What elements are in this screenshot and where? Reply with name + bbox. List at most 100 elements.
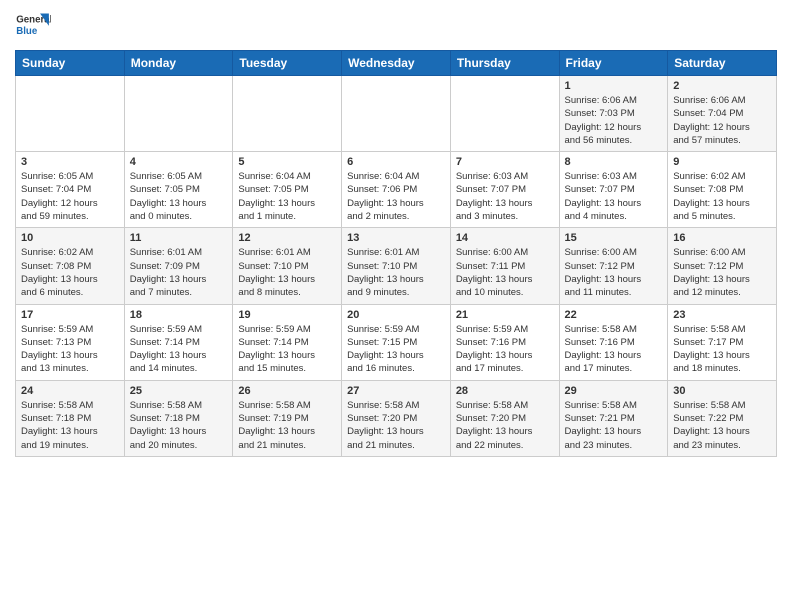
day-info: Sunrise: 5:58 AMSunset: 7:22 PMDaylight:… xyxy=(673,399,771,452)
day-number: 21 xyxy=(456,309,554,321)
calendar-cell: 27 Sunrise: 5:58 AMSunset: 7:20 PMDayligh… xyxy=(342,380,451,456)
day-info: Sunrise: 6:02 AMSunset: 7:08 PMDaylight:… xyxy=(673,170,771,223)
calendar-cell: 17 Sunrise: 5:59 AMSunset: 7:13 PMDayligh… xyxy=(16,304,125,380)
day-info: Sunrise: 5:59 AMSunset: 7:14 PMDaylight:… xyxy=(238,323,336,376)
calendar-cell: 14 Sunrise: 6:00 AMSunset: 7:11 PMDayligh… xyxy=(450,228,559,304)
logo-icon: General Blue xyxy=(15,10,51,40)
day-number: 27 xyxy=(347,385,445,397)
day-number: 25 xyxy=(130,385,228,397)
day-info: Sunrise: 6:03 AMSunset: 7:07 PMDaylight:… xyxy=(456,170,554,223)
day-number: 3 xyxy=(21,156,119,168)
weekday-header: Sunday xyxy=(16,51,125,76)
day-number: 23 xyxy=(673,309,771,321)
day-number: 10 xyxy=(21,232,119,244)
calendar-cell xyxy=(342,76,451,152)
day-number: 4 xyxy=(130,156,228,168)
weekday-header: Tuesday xyxy=(233,51,342,76)
calendar-week-row: 17 Sunrise: 5:59 AMSunset: 7:13 PMDayligh… xyxy=(16,304,777,380)
day-info: Sunrise: 6:00 AMSunset: 7:11 PMDaylight:… xyxy=(456,246,554,299)
day-info: Sunrise: 6:06 AMSunset: 7:03 PMDaylight:… xyxy=(565,94,663,147)
day-info: Sunrise: 5:59 AMSunset: 7:16 PMDaylight:… xyxy=(456,323,554,376)
day-number: 14 xyxy=(456,232,554,244)
day-info: Sunrise: 5:58 AMSunset: 7:20 PMDaylight:… xyxy=(347,399,445,452)
day-number: 28 xyxy=(456,385,554,397)
calendar-cell: 23 Sunrise: 5:58 AMSunset: 7:17 PMDayligh… xyxy=(668,304,777,380)
day-number: 7 xyxy=(456,156,554,168)
day-info: Sunrise: 5:59 AMSunset: 7:14 PMDaylight:… xyxy=(130,323,228,376)
weekday-header: Saturday xyxy=(668,51,777,76)
day-number: 22 xyxy=(565,309,663,321)
day-number: 13 xyxy=(347,232,445,244)
day-info: Sunrise: 5:58 AMSunset: 7:16 PMDaylight:… xyxy=(565,323,663,376)
calendar-cell: 4 Sunrise: 6:05 AMSunset: 7:05 PMDaylight… xyxy=(124,152,233,228)
day-number: 11 xyxy=(130,232,228,244)
calendar-cell xyxy=(233,76,342,152)
svg-text:Blue: Blue xyxy=(16,26,38,37)
day-info: Sunrise: 6:01 AMSunset: 7:09 PMDaylight:… xyxy=(130,246,228,299)
day-number: 12 xyxy=(238,232,336,244)
day-number: 16 xyxy=(673,232,771,244)
day-number: 20 xyxy=(347,309,445,321)
calendar-cell: 24 Sunrise: 5:58 AMSunset: 7:18 PMDayligh… xyxy=(16,380,125,456)
day-info: Sunrise: 6:04 AMSunset: 7:06 PMDaylight:… xyxy=(347,170,445,223)
weekday-header-row: SundayMondayTuesdayWednesdayThursdayFrid… xyxy=(16,51,777,76)
weekday-header: Thursday xyxy=(450,51,559,76)
calendar-cell: 29 Sunrise: 5:58 AMSunset: 7:21 PMDayligh… xyxy=(559,380,668,456)
day-info: Sunrise: 5:58 AMSunset: 7:21 PMDaylight:… xyxy=(565,399,663,452)
calendar-cell: 16 Sunrise: 6:00 AMSunset: 7:12 PMDayligh… xyxy=(668,228,777,304)
day-number: 29 xyxy=(565,385,663,397)
calendar-week-row: 10 Sunrise: 6:02 AMSunset: 7:08 PMDayligh… xyxy=(16,228,777,304)
day-number: 30 xyxy=(673,385,771,397)
calendar-cell: 21 Sunrise: 5:59 AMSunset: 7:16 PMDayligh… xyxy=(450,304,559,380)
weekday-header: Friday xyxy=(559,51,668,76)
calendar-cell: 20 Sunrise: 5:59 AMSunset: 7:15 PMDayligh… xyxy=(342,304,451,380)
calendar-cell: 11 Sunrise: 6:01 AMSunset: 7:09 PMDayligh… xyxy=(124,228,233,304)
day-info: Sunrise: 5:58 AMSunset: 7:18 PMDaylight:… xyxy=(21,399,119,452)
calendar-cell xyxy=(124,76,233,152)
calendar-cell xyxy=(450,76,559,152)
logo: General Blue xyxy=(15,10,51,40)
day-number: 17 xyxy=(21,309,119,321)
day-info: Sunrise: 6:05 AMSunset: 7:05 PMDaylight:… xyxy=(130,170,228,223)
calendar-cell xyxy=(16,76,125,152)
calendar-cell: 6 Sunrise: 6:04 AMSunset: 7:06 PMDaylight… xyxy=(342,152,451,228)
day-number: 9 xyxy=(673,156,771,168)
calendar-cell: 13 Sunrise: 6:01 AMSunset: 7:10 PMDayligh… xyxy=(342,228,451,304)
day-info: Sunrise: 6:01 AMSunset: 7:10 PMDaylight:… xyxy=(238,246,336,299)
header: General Blue xyxy=(15,10,777,40)
calendar-cell: 28Sunrise: 5:58 AMSunset: 7:20 PMDayligh… xyxy=(450,380,559,456)
calendar-cell: 2 Sunrise: 6:06 AMSunset: 7:04 PMDaylight… xyxy=(668,76,777,152)
day-number: 1 xyxy=(565,80,663,92)
day-info: Sunrise: 6:01 AMSunset: 7:10 PMDaylight:… xyxy=(347,246,445,299)
calendar-cell: 9 Sunrise: 6:02 AMSunset: 7:08 PMDaylight… xyxy=(668,152,777,228)
calendar-cell: 10 Sunrise: 6:02 AMSunset: 7:08 PMDayligh… xyxy=(16,228,125,304)
day-number: 26 xyxy=(238,385,336,397)
calendar-cell: 19 Sunrise: 5:59 AMSunset: 7:14 PMDayligh… xyxy=(233,304,342,380)
calendar-cell: 26 Sunrise: 5:58 AMSunset: 7:19 PMDayligh… xyxy=(233,380,342,456)
day-number: 2 xyxy=(673,80,771,92)
day-number: 6 xyxy=(347,156,445,168)
day-info: Sunrise: 5:59 AMSunset: 7:15 PMDaylight:… xyxy=(347,323,445,376)
calendar-cell: 25 Sunrise: 5:58 AMSunset: 7:18 PMDayligh… xyxy=(124,380,233,456)
day-info: Sunrise: 6:00 AMSunset: 7:12 PMDaylight:… xyxy=(565,246,663,299)
day-info: Sunrise: 5:59 AMSunset: 7:13 PMDaylight:… xyxy=(21,323,119,376)
calendar-week-row: 24 Sunrise: 5:58 AMSunset: 7:18 PMDayligh… xyxy=(16,380,777,456)
weekday-header: Monday xyxy=(124,51,233,76)
day-number: 5 xyxy=(238,156,336,168)
day-number: 18 xyxy=(130,309,228,321)
day-number: 19 xyxy=(238,309,336,321)
calendar-cell: 1 Sunrise: 6:06 AMSunset: 7:03 PMDaylight… xyxy=(559,76,668,152)
calendar-cell: 15Sunrise: 6:00 AMSunset: 7:12 PMDayligh… xyxy=(559,228,668,304)
calendar-week-row: 3Sunrise: 6:05 AMSunset: 7:04 PMDaylight… xyxy=(16,152,777,228)
day-info: Sunrise: 5:58 AMSunset: 7:18 PMDaylight:… xyxy=(130,399,228,452)
weekday-header: Wednesday xyxy=(342,51,451,76)
day-info: Sunrise: 6:06 AMSunset: 7:04 PMDaylight:… xyxy=(673,94,771,147)
day-number: 24 xyxy=(21,385,119,397)
day-info: Sunrise: 6:02 AMSunset: 7:08 PMDaylight:… xyxy=(21,246,119,299)
day-info: Sunrise: 5:58 AMSunset: 7:19 PMDaylight:… xyxy=(238,399,336,452)
day-info: Sunrise: 6:03 AMSunset: 7:07 PMDaylight:… xyxy=(565,170,663,223)
calendar-cell: 3Sunrise: 6:05 AMSunset: 7:04 PMDaylight… xyxy=(16,152,125,228)
day-info: Sunrise: 6:00 AMSunset: 7:12 PMDaylight:… xyxy=(673,246,771,299)
day-info: Sunrise: 6:04 AMSunset: 7:05 PMDaylight:… xyxy=(238,170,336,223)
day-info: Sunrise: 5:58 AMSunset: 7:17 PMDaylight:… xyxy=(673,323,771,376)
